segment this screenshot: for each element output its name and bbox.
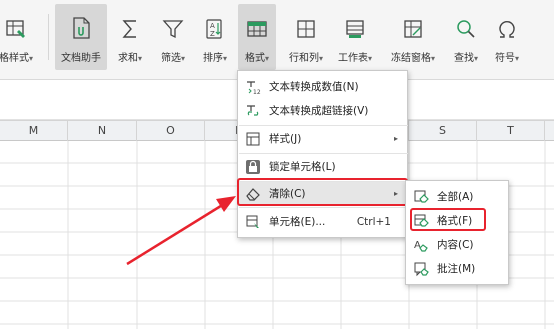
pointer-arrow bbox=[126, 196, 236, 266]
